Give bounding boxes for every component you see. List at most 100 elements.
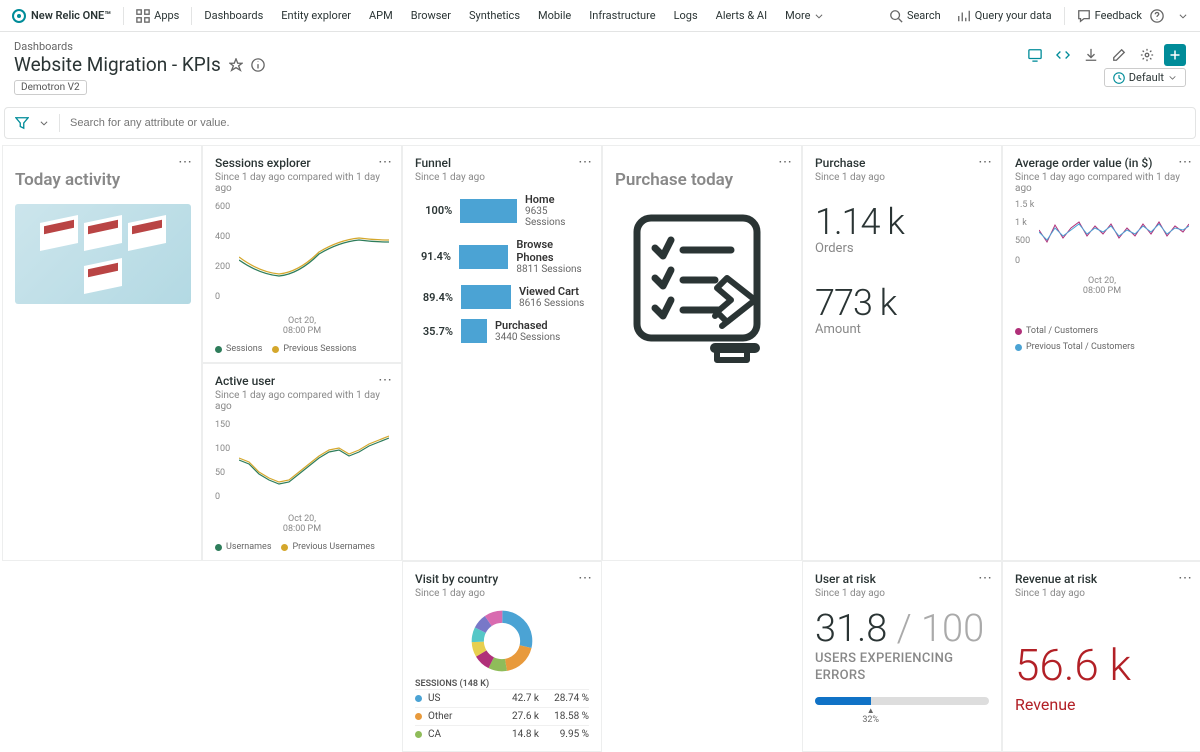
widget-title: Funnel bbox=[415, 156, 589, 170]
funnel-step[interactable]: 91.4% Browse Phones8811 Sessions bbox=[415, 238, 589, 275]
widget-title: Sessions explorer bbox=[215, 156, 389, 170]
download-icon bbox=[1084, 48, 1098, 62]
revenue-value: 56.6 k bbox=[1015, 639, 1189, 691]
settings-button[interactable] bbox=[1136, 44, 1158, 66]
widget-menu[interactable]: ⋯ bbox=[378, 372, 393, 388]
active-chart[interactable]: 150 100 50 0 bbox=[215, 420, 389, 510]
widget-subtitle: Since 1 day ago compared with 1 day ago bbox=[215, 172, 389, 194]
widget-title: Average order value (in $) bbox=[1015, 156, 1189, 170]
chevron-down-icon bbox=[1168, 73, 1177, 82]
widget-title: Active user bbox=[215, 374, 389, 388]
nav-mobile[interactable]: Mobile bbox=[538, 9, 571, 22]
time-picker[interactable]: Default bbox=[1104, 68, 1186, 87]
widget-revenue-at-risk: ⋯ Revenue at risk Since 1 day ago 56.6 k… bbox=[1002, 561, 1200, 752]
sessions-chart[interactable]: 600 400 200 0 bbox=[215, 202, 389, 312]
widget-menu[interactable]: ⋯ bbox=[178, 154, 193, 170]
widget-subtitle: Since 1 day ago compared with 1 day ago bbox=[215, 390, 389, 412]
nav-infrastructure[interactable]: Infrastructure bbox=[589, 9, 655, 22]
apps-icon bbox=[136, 9, 150, 23]
line-chart bbox=[1039, 200, 1189, 265]
nav-entity-explorer[interactable]: Entity explorer bbox=[281, 9, 351, 22]
chevron-down-icon[interactable] bbox=[39, 118, 49, 128]
nav-search[interactable]: Search bbox=[889, 9, 941, 23]
code-icon bbox=[1056, 48, 1070, 62]
nav-feedback[interactable]: Feedback bbox=[1077, 9, 1142, 23]
legend-total: Total / Customers bbox=[1015, 326, 1189, 336]
filter-bar bbox=[4, 107, 1196, 139]
table-row[interactable]: Other 27.6 k18.58 % bbox=[415, 707, 589, 725]
nav-browser[interactable]: Browser bbox=[411, 9, 451, 22]
logo[interactable]: New Relic ONE™ bbox=[12, 9, 111, 23]
table-row[interactable]: US 42.7 k28.74 % bbox=[415, 689, 589, 707]
orders-label: Orders bbox=[815, 241, 989, 256]
table-row[interactable]: CA 14.8 k9.95 % bbox=[415, 725, 589, 743]
widget-subtitle: Since 1 day ago bbox=[815, 172, 989, 183]
widget-menu[interactable]: ⋯ bbox=[778, 154, 793, 170]
nav-query[interactable]: Query your data bbox=[957, 9, 1052, 23]
top-nav: New Relic ONE™ Apps Dashboards Entity ex… bbox=[0, 0, 1200, 32]
help-icon[interactable] bbox=[1150, 9, 1164, 23]
donut-chart[interactable] bbox=[470, 609, 534, 673]
widget-menu[interactable]: ⋯ bbox=[578, 570, 593, 586]
widget-menu[interactable]: ⋯ bbox=[578, 154, 593, 170]
widget-title: User at risk bbox=[815, 572, 989, 586]
logo-icon bbox=[12, 9, 26, 23]
widget-purchase: ⋯ Purchase Since 1 day ago 1.14 k Orders… bbox=[802, 145, 1002, 561]
info-icon[interactable] bbox=[251, 58, 265, 72]
breadcrumb[interactable]: Dashboards bbox=[14, 40, 1186, 53]
plus-icon bbox=[1169, 49, 1181, 61]
orders-value: 1.14 k bbox=[815, 201, 989, 243]
risk-progress: 32% bbox=[815, 697, 989, 705]
widget-purchase-today: ⋯ Purchase today bbox=[602, 145, 802, 561]
funnel-step[interactable]: 89.4% Viewed Cart8616 Sessions bbox=[415, 285, 589, 309]
gear-icon bbox=[1140, 48, 1154, 62]
nav-more[interactable]: More bbox=[785, 9, 824, 22]
line-chart bbox=[239, 420, 389, 505]
widget-title: Today activity bbox=[15, 170, 189, 190]
widget-active-user: ⋯ Active user Since 1 day ago compared w… bbox=[202, 363, 402, 561]
code-button[interactable] bbox=[1052, 44, 1074, 66]
legend-sessions: Sessions bbox=[215, 344, 262, 354]
pencil-icon bbox=[1112, 48, 1126, 62]
risk-value: 31.8 / 100 bbox=[815, 607, 989, 651]
widget-subtitle: Since 1 day ago bbox=[415, 588, 589, 599]
search-icon bbox=[889, 9, 903, 23]
widget-subtitle: Since 1 day ago bbox=[815, 588, 989, 599]
funnel-step[interactable]: 100% Home9635 Sessions bbox=[415, 193, 589, 228]
nav-apps[interactable]: Apps bbox=[136, 9, 179, 23]
widget-menu[interactable]: ⋯ bbox=[978, 570, 993, 586]
widget-title: Purchase bbox=[815, 156, 989, 170]
widget-user-at-risk: ⋯ User at risk Since 1 day ago 31.8 / 10… bbox=[802, 561, 1002, 752]
filter-icon[interactable] bbox=[15, 116, 29, 130]
widget-menu[interactable]: ⋯ bbox=[1178, 570, 1193, 586]
add-button[interactable] bbox=[1164, 44, 1186, 66]
widget-subtitle: Since 1 day ago bbox=[415, 172, 589, 183]
tv-button[interactable] bbox=[1024, 44, 1046, 66]
page-title: Website Migration - KPIs bbox=[14, 53, 221, 76]
amount-value: 773 k bbox=[815, 282, 989, 324]
nav-dashboards[interactable]: Dashboards bbox=[204, 9, 263, 22]
nav-logs[interactable]: Logs bbox=[674, 9, 698, 22]
nav-synthetics[interactable]: Synthetics bbox=[469, 9, 520, 22]
star-icon[interactable] bbox=[229, 58, 243, 72]
tag-demotron[interactable]: Demotron V2 bbox=[14, 80, 87, 95]
chevron-down-icon[interactable] bbox=[1178, 9, 1188, 23]
header-actions bbox=[1024, 44, 1186, 66]
widget-subtitle: Since 1 day ago bbox=[1015, 588, 1189, 599]
nav-apm[interactable]: APM bbox=[369, 9, 393, 22]
widget-menu[interactable]: ⋯ bbox=[1178, 154, 1193, 170]
widget-title: Visit by country bbox=[415, 572, 589, 586]
nav-alerts[interactable]: Alerts & AI bbox=[716, 9, 767, 22]
filter-input[interactable] bbox=[70, 117, 1185, 129]
revenue-label: Revenue bbox=[1015, 695, 1189, 714]
clock-icon bbox=[1113, 72, 1125, 84]
aov-chart[interactable]: 1.5 k 1 k 500 0 bbox=[1015, 200, 1189, 272]
edit-button[interactable] bbox=[1108, 44, 1130, 66]
chart-icon bbox=[957, 9, 971, 23]
widget-menu[interactable]: ⋯ bbox=[378, 154, 393, 170]
funnel-step[interactable]: 35.7% Purchased3440 Sessions bbox=[415, 319, 589, 343]
checklist-icon bbox=[627, 208, 777, 368]
widget-today-activity: ⋯ Today activity bbox=[2, 145, 202, 561]
download-button[interactable] bbox=[1080, 44, 1102, 66]
widget-menu[interactable]: ⋯ bbox=[978, 154, 993, 170]
